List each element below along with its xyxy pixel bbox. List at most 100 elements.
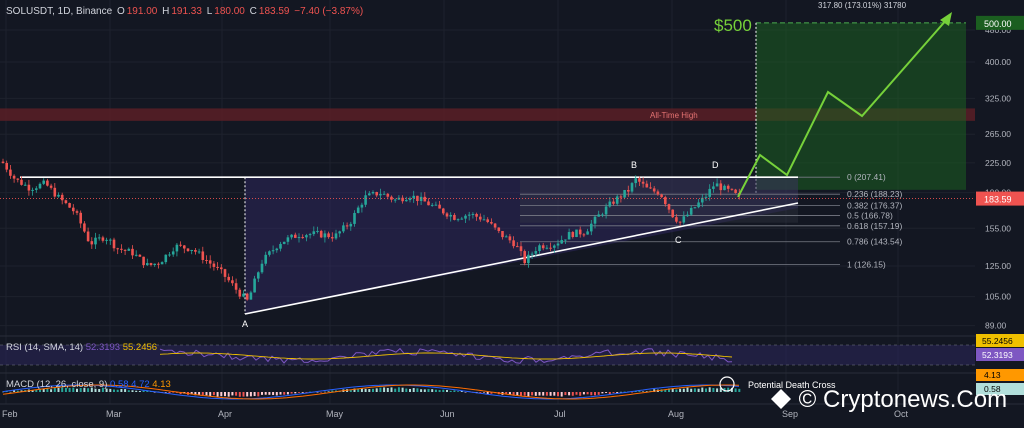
rsi-value: 52.3193 — [85, 342, 121, 353]
macd-hist-bar — [238, 392, 241, 397]
macd-hist-bar — [142, 390, 145, 392]
rsi-ma-value: 55.2456 — [122, 342, 158, 353]
candle-body — [730, 188, 734, 190]
macd-hist-bar — [127, 390, 130, 392]
macd-hist-bar — [446, 389, 448, 392]
macd-hist-bar — [272, 392, 275, 396]
candle-body — [238, 289, 242, 297]
target-measure-text: 317.80 (173.01%) 31780 — [818, 1, 907, 10]
macd-hist-bar — [612, 392, 615, 393]
macd-hist-bar — [264, 392, 267, 395]
candle-body — [682, 216, 686, 223]
fib-label-0.382: 0.382 (176.37) — [847, 201, 902, 211]
candle-body — [294, 234, 297, 238]
macd-hist-bar — [301, 392, 304, 393]
candle-body — [38, 183, 42, 189]
macd-hist-bar — [557, 392, 559, 397]
candle-body — [590, 223, 593, 232]
macd-hist-value: 4.13 — [152, 379, 171, 390]
candle-body — [35, 188, 38, 190]
candle-body — [719, 183, 723, 191]
candle-body — [149, 263, 153, 265]
macd-hist-bar — [268, 392, 271, 395]
candle-body — [16, 178, 20, 180]
high-value: 191.33 — [171, 6, 202, 17]
candle-body — [623, 190, 626, 198]
macd-hist-bar — [246, 392, 249, 397]
candle-body — [667, 204, 671, 210]
macd-hist-bar — [164, 392, 167, 393]
macd-signal-value: 4.72 — [131, 379, 150, 390]
macd-hist-bar — [253, 392, 256, 397]
candle-body — [408, 198, 412, 201]
candle-body — [101, 237, 105, 241]
candle-body — [175, 244, 179, 252]
candle-body — [68, 203, 71, 208]
candle-body — [530, 253, 534, 255]
macd-hist-bar — [394, 388, 397, 392]
candle-body — [593, 216, 597, 224]
candle-body — [138, 254, 142, 257]
macd-hist-bar — [438, 390, 441, 392]
macd-hist-bar — [249, 392, 252, 397]
candle-body — [301, 237, 304, 239]
macd-hist-bar — [549, 392, 552, 396]
candle-body — [275, 248, 279, 251]
candle-body — [501, 231, 504, 238]
macd-hist-bar — [383, 387, 386, 392]
time-label-jun: Jun — [440, 409, 455, 419]
macd-hist-bar — [290, 392, 293, 394]
candle-body — [556, 243, 560, 246]
macd-hist-bar — [231, 392, 234, 396]
candle-body — [523, 251, 526, 264]
macd-hist-bar — [597, 392, 600, 395]
candle-body — [109, 239, 112, 241]
candle-body — [723, 185, 726, 191]
candle-body — [179, 244, 182, 246]
candle-body — [645, 183, 649, 188]
macd-hist-bar — [372, 388, 374, 392]
macd-hist-bar — [405, 388, 408, 392]
candle-body — [216, 266, 219, 268]
macd-hist-bar — [527, 392, 530, 397]
macd-hist-bar — [631, 392, 633, 393]
candle-body — [345, 225, 349, 227]
candle-body — [564, 239, 567, 241]
candle-body — [168, 254, 171, 256]
fib-label-1: 1 (126.15) — [847, 259, 886, 269]
chart-canvas[interactable]: All-Time High $500 317.80 (173.01%) 31780 0… — [0, 0, 1024, 428]
macd-hist-bar — [409, 388, 411, 392]
watermark-text: Cryptonews.Com — [823, 386, 1008, 413]
macd-hist-bar — [690, 388, 693, 392]
candle-body — [194, 249, 197, 252]
candle-body — [72, 207, 75, 212]
candle-body — [471, 213, 475, 215]
macd-hist-bar — [368, 389, 371, 392]
macd-hist-bar — [738, 388, 741, 392]
copyright-icon: © — [798, 386, 817, 413]
macd-hist-bar — [642, 391, 645, 392]
candle-body — [116, 248, 119, 250]
candle-body — [608, 201, 612, 207]
candle-body — [615, 196, 619, 204]
macd-hist-bar — [168, 392, 171, 393]
candle-body — [134, 254, 138, 256]
macd-hist-bar — [379, 387, 382, 392]
candle-body — [456, 219, 460, 221]
watermark: © Cryptonews.Com — [770, 386, 1007, 414]
macd-hist-bar — [531, 392, 534, 396]
macd-hist-bar — [675, 389, 678, 392]
macd-hist-bar — [679, 388, 682, 392]
fib-label-0.786: 0.786 (143.54) — [847, 237, 902, 247]
chart-header: SOLUSDT, 1D, Binance O 191.00 H 191.33 L 18… — [6, 6, 365, 17]
macd-hist-bar — [545, 392, 548, 396]
macd-hist-bar — [305, 392, 308, 393]
close-label: C — [249, 6, 257, 17]
rsi-tag-text: 52.3193 — [982, 350, 1013, 360]
candle-body — [201, 251, 205, 260]
candle-body — [242, 293, 245, 297]
candle-body — [1, 161, 5, 163]
macd-hist-bar — [172, 392, 175, 393]
fib-label-0.618: 0.618 (157.19) — [847, 221, 902, 231]
candle-body — [249, 292, 253, 300]
